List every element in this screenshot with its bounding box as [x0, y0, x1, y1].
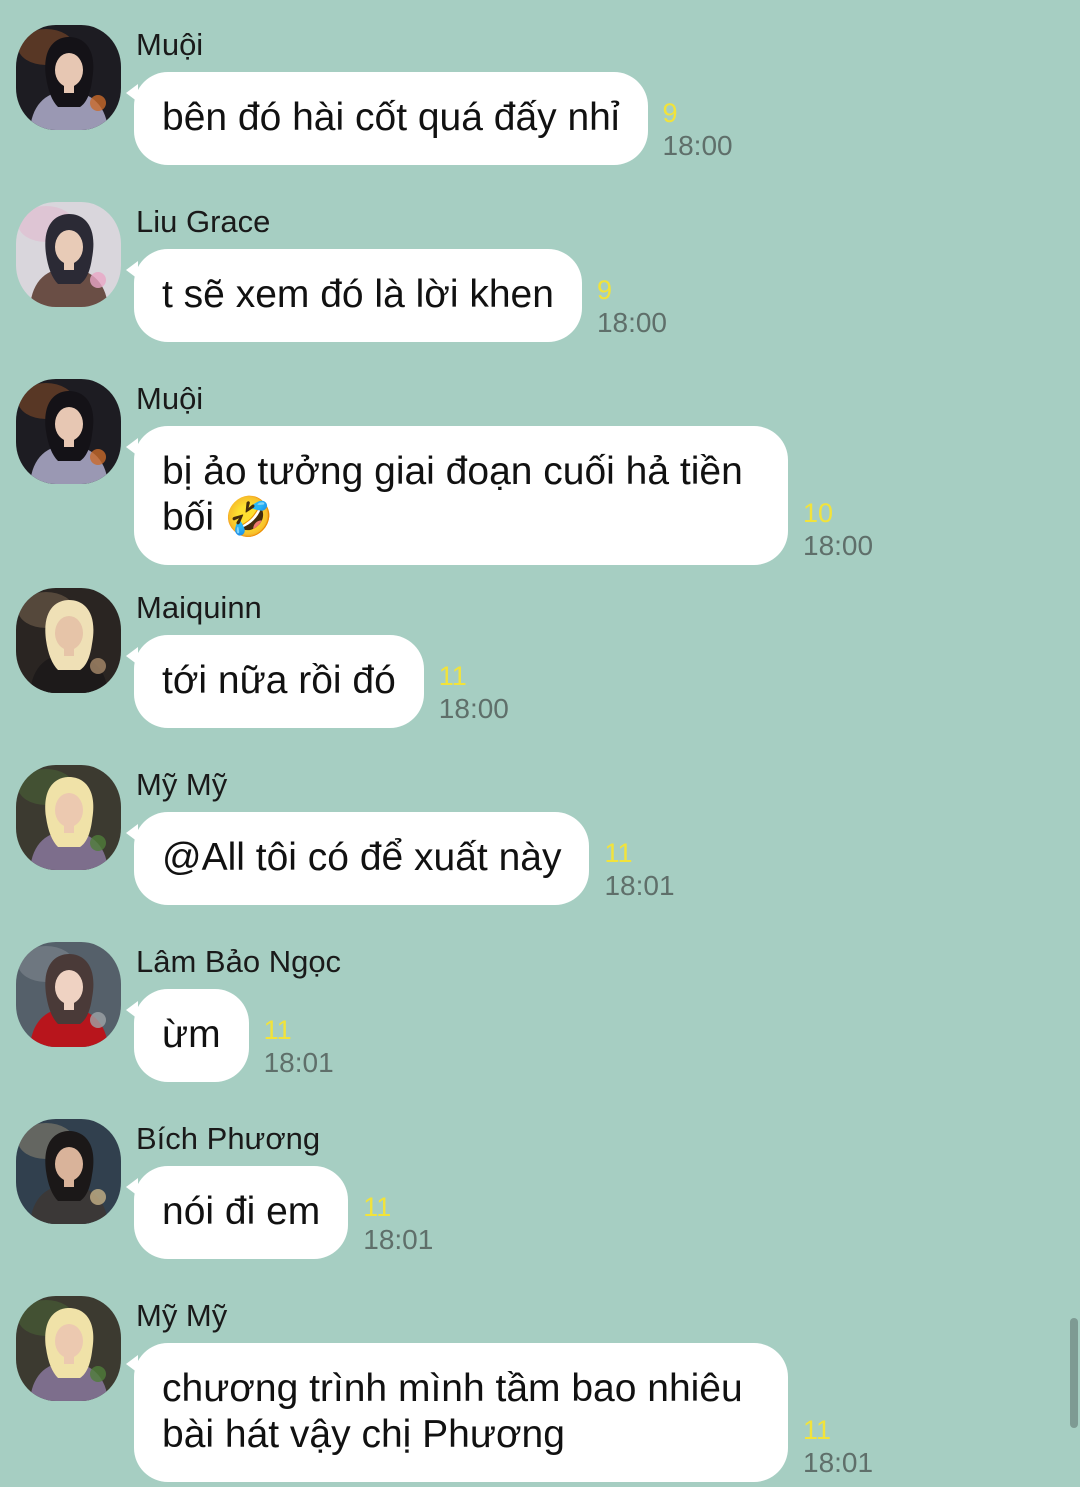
message-bubble[interactable]: tới nữa rồi đó: [126, 635, 424, 728]
read-count: 11: [438, 661, 467, 691]
message-meta: 11 18:01: [604, 837, 674, 903]
scrollbar-thumb[interactable]: [1070, 1318, 1078, 1428]
message-bubble[interactable]: t sẽ xem đó là lời khen: [126, 249, 582, 342]
message-bubble[interactable]: bên đó hài cốt quá đấy nhỉ: [126, 72, 648, 165]
message-time: 18:00: [662, 130, 733, 161]
read-count: 9: [596, 275, 612, 305]
message-bubble[interactable]: ừm: [126, 989, 249, 1082]
sender-name: Maiquinn: [136, 590, 262, 625]
message-time: 18:00: [438, 693, 509, 724]
sender-name: Lâm Bảo Ngọc: [136, 944, 342, 979]
read-count: 11: [604, 838, 633, 868]
message-bubble[interactable]: chương trình mình tầm bao nhiêu bài hát …: [126, 1343, 788, 1482]
avatar-my-my-icon[interactable]: [16, 1296, 121, 1401]
chat-message-list[interactable]: Muội bên đó hài cốt quá đấy nhỉ 9 18:00 …: [0, 0, 1080, 1487]
read-count: 11: [263, 1015, 292, 1045]
sender-name: Liu Grace: [136, 204, 271, 239]
sender-name: Muội: [136, 381, 204, 416]
avatar-bich-phuong-icon[interactable]: [16, 1119, 121, 1224]
sender-name: Mỹ Mỹ: [136, 1298, 228, 1333]
message-bubble-group: nói đi em 11 18:01: [125, 1166, 433, 1259]
message-time: 18:01: [604, 870, 675, 901]
message-bubble-group: t sẽ xem đó là lời khen 9 18:00: [126, 249, 667, 342]
message-meta: 10 18:00: [803, 497, 873, 563]
message-bubble[interactable]: bị ảo tưởng giai đoạn cuối hả tiền bối 🤣: [126, 426, 788, 565]
avatar-muoii-icon[interactable]: [16, 25, 121, 130]
avatar-liu-grace-icon[interactable]: [16, 202, 121, 307]
message-bubble-group: ừm 11 18:01: [126, 989, 334, 1082]
avatar-lam-bao-ngoc-icon[interactable]: [16, 942, 121, 1047]
read-count: 11: [803, 1415, 832, 1445]
read-count: 10: [803, 498, 834, 528]
sender-name: Bích Phương: [136, 1121, 321, 1156]
avatar-maiquinn-icon[interactable]: [16, 588, 121, 693]
avatar-muoii-icon[interactable]: [16, 379, 121, 484]
message-meta: 9 18:00: [597, 274, 667, 340]
message-bubble-group: bị ảo tưởng giai đoạn cuối hả tiền bối 🤣…: [126, 426, 873, 565]
sender-name: Muội: [136, 27, 204, 62]
message-meta: 11 18:01: [803, 1414, 873, 1480]
message-bubble-group: bên đó hài cốt quá đấy nhỉ 9 18:00: [126, 72, 733, 165]
message-meta: 9 18:00: [663, 97, 733, 163]
message-bubble-group: tới nữa rồi đó 11 18:00: [126, 635, 509, 728]
message-time: 18:01: [363, 1224, 434, 1255]
message-bubble-group: @All tôi có để xuất này 11 18:01: [125, 812, 675, 905]
sender-name: Mỹ Mỹ: [136, 767, 228, 802]
message-meta: 11 18:00: [439, 660, 509, 726]
read-count: 9: [662, 98, 678, 128]
message-bubble[interactable]: nói đi em: [125, 1166, 349, 1259]
message-time: 18:00: [596, 307, 668, 338]
message-meta: 11 18:01: [363, 1191, 433, 1257]
message-bubble[interactable]: @All tôi có để xuất này: [125, 812, 590, 905]
message-meta: 11 18:01: [264, 1014, 334, 1080]
read-count: 11: [363, 1192, 392, 1222]
message-time: 18:00: [803, 530, 874, 561]
message-bubble-group: chương trình mình tầm bao nhiêu bài hát …: [126, 1343, 873, 1482]
avatar-my-my-icon[interactable]: [16, 765, 121, 870]
message-time: 18:01: [803, 1447, 874, 1478]
message-time: 18:01: [263, 1047, 334, 1078]
